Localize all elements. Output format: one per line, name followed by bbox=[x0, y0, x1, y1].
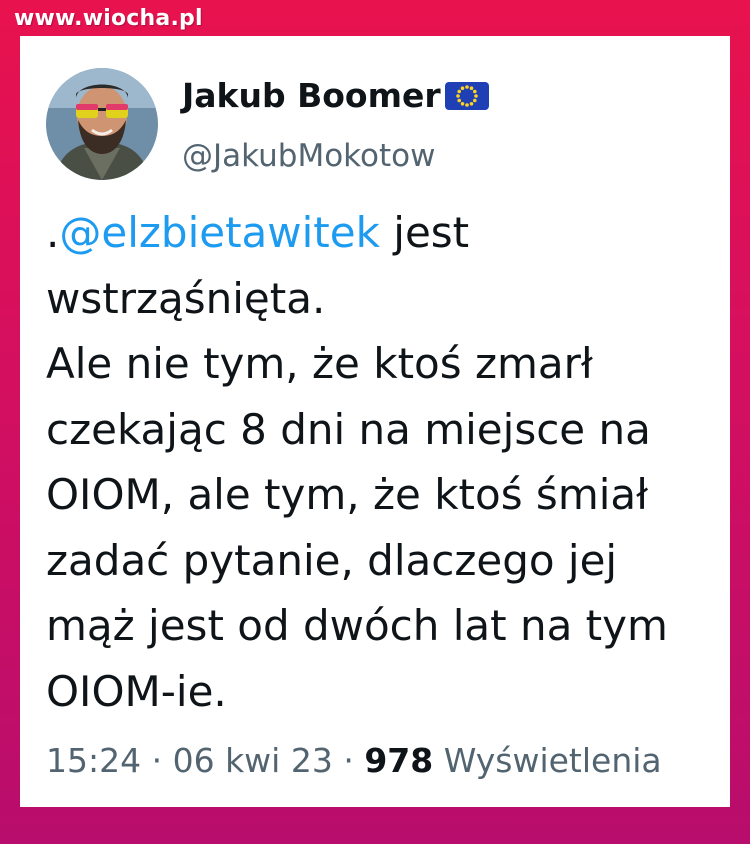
meta-separator: · bbox=[141, 741, 173, 780]
author-handle[interactable]: @JakubMokotow bbox=[182, 138, 435, 174]
tweet-card: Jakub Boomer @JakubMokotow .@elzbietawit… bbox=[20, 36, 730, 807]
avatar-image bbox=[46, 68, 158, 180]
tweet-text-fragment: jest bbox=[379, 208, 470, 257]
tweet-text-line: .@elzbietawitek jest bbox=[46, 200, 716, 266]
tweet-text-line: mąż jest od dwóch lat na tym bbox=[46, 601, 668, 650]
tweet-prefix: . bbox=[46, 208, 60, 257]
views-label: Wyświetlenia bbox=[443, 741, 662, 780]
tweet-text-line: wstrząśnięta. bbox=[46, 273, 326, 323]
tweet-date[interactable]: 06 kwi 23 bbox=[173, 741, 333, 780]
watermark: www.wiocha.pl bbox=[14, 6, 203, 31]
views-count: 978 bbox=[364, 741, 434, 780]
avatar[interactable] bbox=[46, 68, 158, 180]
author-name-row[interactable]: Jakub Boomer bbox=[182, 76, 491, 115]
tweet-time[interactable]: 15:24 bbox=[46, 741, 141, 780]
tweet-text-line: OIOM, ale tym, że ktoś śmiał bbox=[46, 470, 649, 519]
tweet-text: .@elzbietawitek jest wstrząśnięta. Ale n… bbox=[46, 200, 716, 724]
tweet-meta: 15:24 · 06 kwi 23 · 978 Wyświetlenia bbox=[46, 741, 662, 780]
author-display-name[interactable]: Jakub Boomer bbox=[182, 76, 441, 115]
eu-flag-icon bbox=[443, 80, 491, 112]
meta-separator: · bbox=[332, 741, 365, 780]
tweet-text-line: czekając 8 dni na miejsce na bbox=[46, 404, 651, 454]
mention-link[interactable]: @elzbietawitek bbox=[59, 208, 380, 257]
tweet-text-line: OIOM-ie. bbox=[46, 666, 227, 716]
tweet-text-line: Ale nie tym, że ktoś zmarł bbox=[46, 339, 593, 388]
tweet-text-line: zadać pytanie, dlaczego jej bbox=[46, 535, 618, 585]
